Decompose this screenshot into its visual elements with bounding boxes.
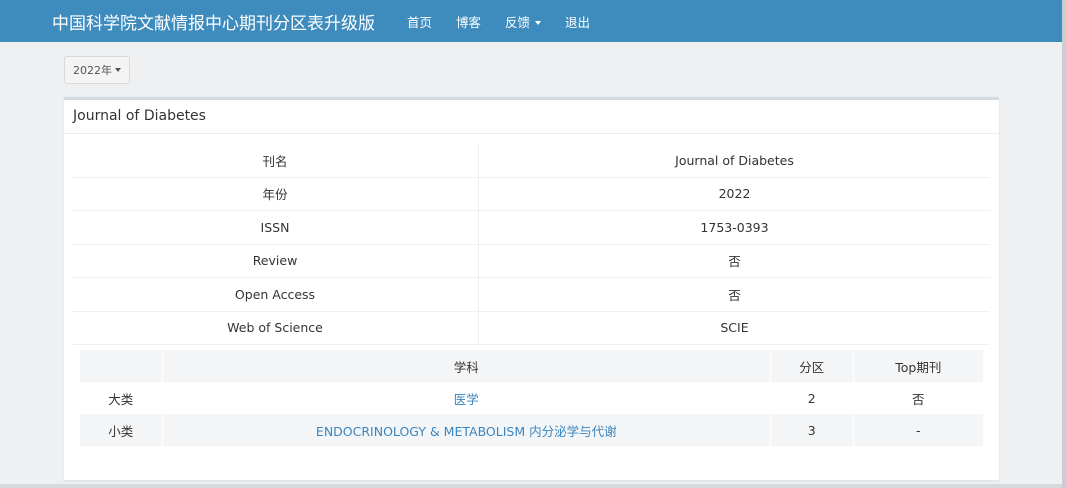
category-cell: 大类	[80, 382, 163, 414]
header-zone: 分区	[770, 350, 854, 382]
nav-feedback-dropdown[interactable]: 反馈	[505, 12, 542, 31]
info-label: 年份	[72, 177, 479, 211]
top-cell: 否	[853, 382, 985, 414]
table-row: Open Access 否	[72, 277, 990, 312]
info-value: 否	[478, 277, 990, 312]
subject-cell: ENDOCRINOLOGY & METABOLISM 内分泌学与代谢	[162, 414, 771, 446]
nav-blog[interactable]: 博客	[456, 12, 481, 31]
info-value: Journal of Diabetes	[478, 144, 990, 178]
header-category	[80, 350, 163, 382]
header-top: Top期刊	[853, 350, 985, 382]
zone-cell: 3	[770, 414, 854, 446]
journal-info-table: 刊名 Journal of Diabetes 年份 2022 ISSN 1753…	[72, 144, 990, 345]
table-row: Review 否	[72, 244, 990, 278]
info-label: Web of Science	[72, 311, 479, 345]
bottom-edge	[0, 484, 1062, 488]
info-label: ISSN	[72, 210, 479, 245]
nav-home[interactable]: 首页	[407, 12, 432, 31]
info-value: 1753-0393	[478, 210, 990, 245]
table-row: Web of Science SCIE	[72, 311, 990, 345]
category-cell: 小类	[80, 414, 163, 446]
zone-cell: 2	[770, 382, 854, 414]
year-select-button[interactable]: 2022年	[64, 56, 130, 84]
header-subject: 学科	[162, 350, 771, 382]
top-navbar: 中国科学院文献情报中心期刊分区表升级版 首页 博客 反馈 退出	[0, 0, 1062, 42]
table-row: 大类 医学 2 否	[80, 382, 985, 414]
info-value: SCIE	[478, 311, 990, 345]
info-label: 刊名	[72, 144, 479, 178]
brand-title[interactable]: 中国科学院文献情报中心期刊分区表升级版	[52, 9, 375, 34]
info-label: Review	[72, 244, 479, 278]
page-scrollbar[interactable]	[1062, 0, 1066, 488]
journal-panel: Journal of Diabetes 刊名 Journal of Diabet…	[64, 97, 999, 480]
subject-link[interactable]: ENDOCRINOLOGY & METABOLISM 内分泌学与代谢	[316, 424, 617, 439]
table-header-row: 学科 分区 Top期刊	[80, 350, 985, 382]
caret-down-icon	[535, 21, 542, 25]
info-label: Open Access	[72, 277, 479, 312]
subject-link[interactable]: 医学	[454, 392, 479, 407]
table-row: ISSN 1753-0393	[72, 210, 990, 245]
nav-logout[interactable]: 退出	[565, 12, 590, 31]
subject-cell: 医学	[162, 382, 771, 414]
table-row: 小类 ENDOCRINOLOGY & METABOLISM 内分泌学与代谢 3 …	[80, 414, 985, 446]
info-value: 否	[478, 244, 990, 278]
top-cell: -	[853, 414, 985, 446]
subject-table: 学科 分区 Top期刊 大类 医学 2 否 小类 ENDOCRINOLOGY &…	[80, 350, 985, 446]
info-value: 2022	[478, 177, 990, 211]
year-select-label: 2022年	[73, 64, 112, 77]
panel-title: Journal of Diabetes	[64, 100, 999, 134]
table-row: 刊名 Journal of Diabetes	[72, 144, 990, 178]
caret-down-icon	[115, 68, 121, 72]
table-row: 年份 2022	[72, 177, 990, 211]
nav-feedback-label: 反馈	[505, 14, 531, 30]
